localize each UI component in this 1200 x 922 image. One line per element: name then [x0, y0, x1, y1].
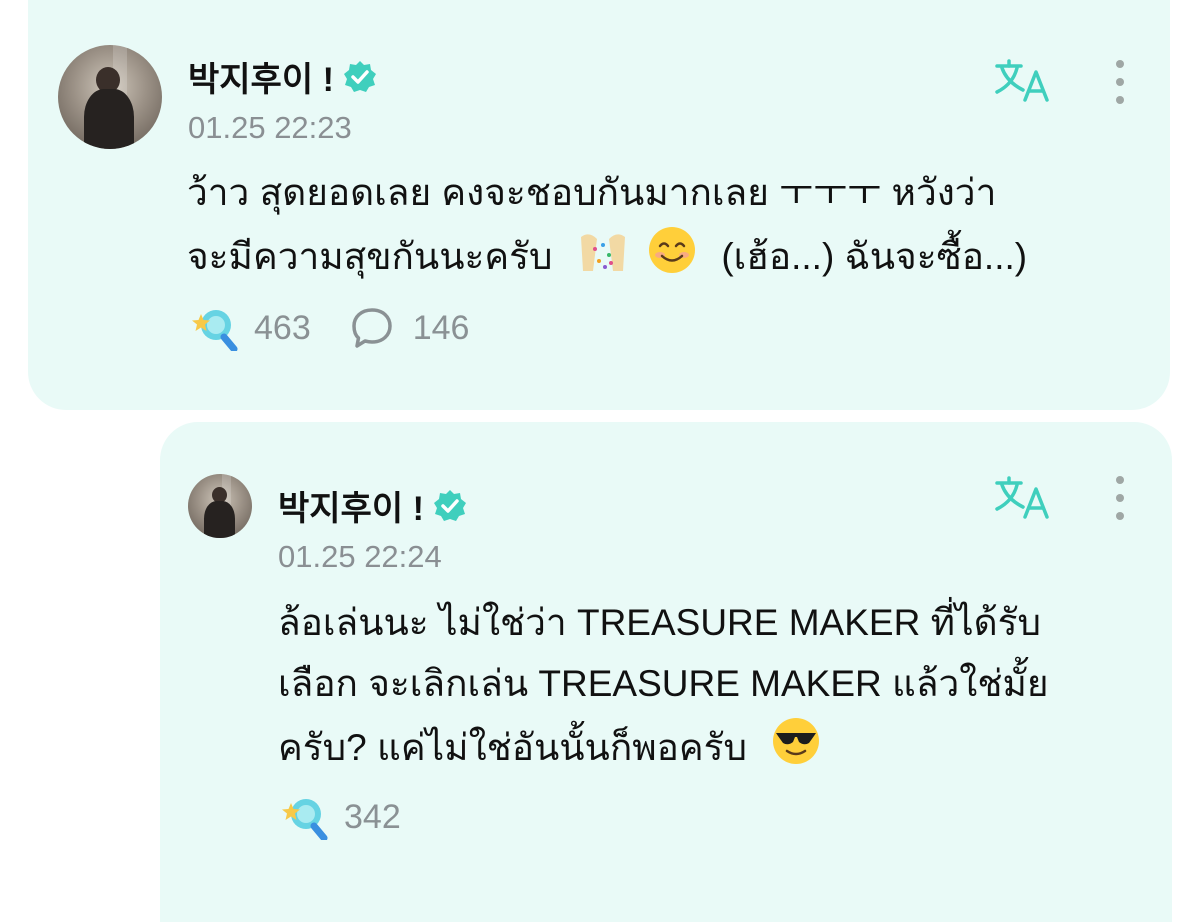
sparkle-light-stick-icon [282, 799, 328, 840]
post-author-avatar[interactable] [58, 45, 162, 149]
sunglasses-face-emoji [773, 718, 820, 764]
more-vertical-icon[interactable] [1114, 58, 1126, 106]
reply-timestamp: 01.25 22:24 [278, 539, 442, 574]
reply-text-line2: เลือก จะเลิกเล่น TREASURE MAKER แล้วใช่ม… [278, 663, 1049, 704]
comment-bubble-icon [351, 308, 392, 348]
reply-author-avatar[interactable] [188, 474, 252, 538]
smiling-face-emoji [649, 227, 696, 273]
post-like-stat[interactable]: 463 146 [188, 305, 469, 351]
reply-text-line3: ครับ? แค่ไม่ใช่อันนั้นก็พอครับ [278, 716, 821, 777]
reply-author-label: 박지후이 ! [278, 490, 424, 528]
verified-badge-icon [343, 60, 376, 92]
verified-badge-icon [433, 489, 466, 521]
post-like-count: 463 [254, 308, 311, 347]
post-comment-count: 146 [412, 308, 470, 347]
translate-icon[interactable] [993, 475, 1053, 521]
reply-text-line1: ล้อเล่นนะ ไม่ใช่ว่า TREASURE MAKER ที่ได… [278, 602, 1041, 643]
post-text-line2-part2: (เฮ้อ...) ฉันจะซื้อ...) [721, 236, 1028, 277]
sparkle-light-stick-icon [192, 310, 238, 351]
post-text-line2: จะมีความสุขกันนะครับ (เฮ้อ...) ฉันจะซื้อ… [187, 225, 1027, 286]
party-popper-emoji [580, 234, 625, 271]
post-text-line2-part1: จะมีความสุขกันนะครับ [187, 236, 553, 277]
more-vertical-icon[interactable] [1114, 474, 1126, 522]
post-author-label: 박지후이 ! [188, 61, 334, 99]
translate-icon[interactable] [993, 58, 1053, 104]
reply-like-count: 342 [344, 797, 401, 836]
reply-author-name[interactable]: 박지후이 ! [278, 481, 468, 530]
post-text-line1: ว้าว สุดยอดเลย คงจะชอบกันมากเลย ㅜㅜㅜ หวัง… [187, 172, 997, 213]
post-timestamp: 01.25 22:23 [188, 110, 352, 145]
reply-like-stat[interactable]: 342 [278, 794, 401, 840]
reply-text-line3-label: ครับ? แค่ไม่ใช่อันนั้นก็พอครับ [278, 727, 747, 768]
post-author-name[interactable]: 박지후이 ! [188, 52, 378, 101]
